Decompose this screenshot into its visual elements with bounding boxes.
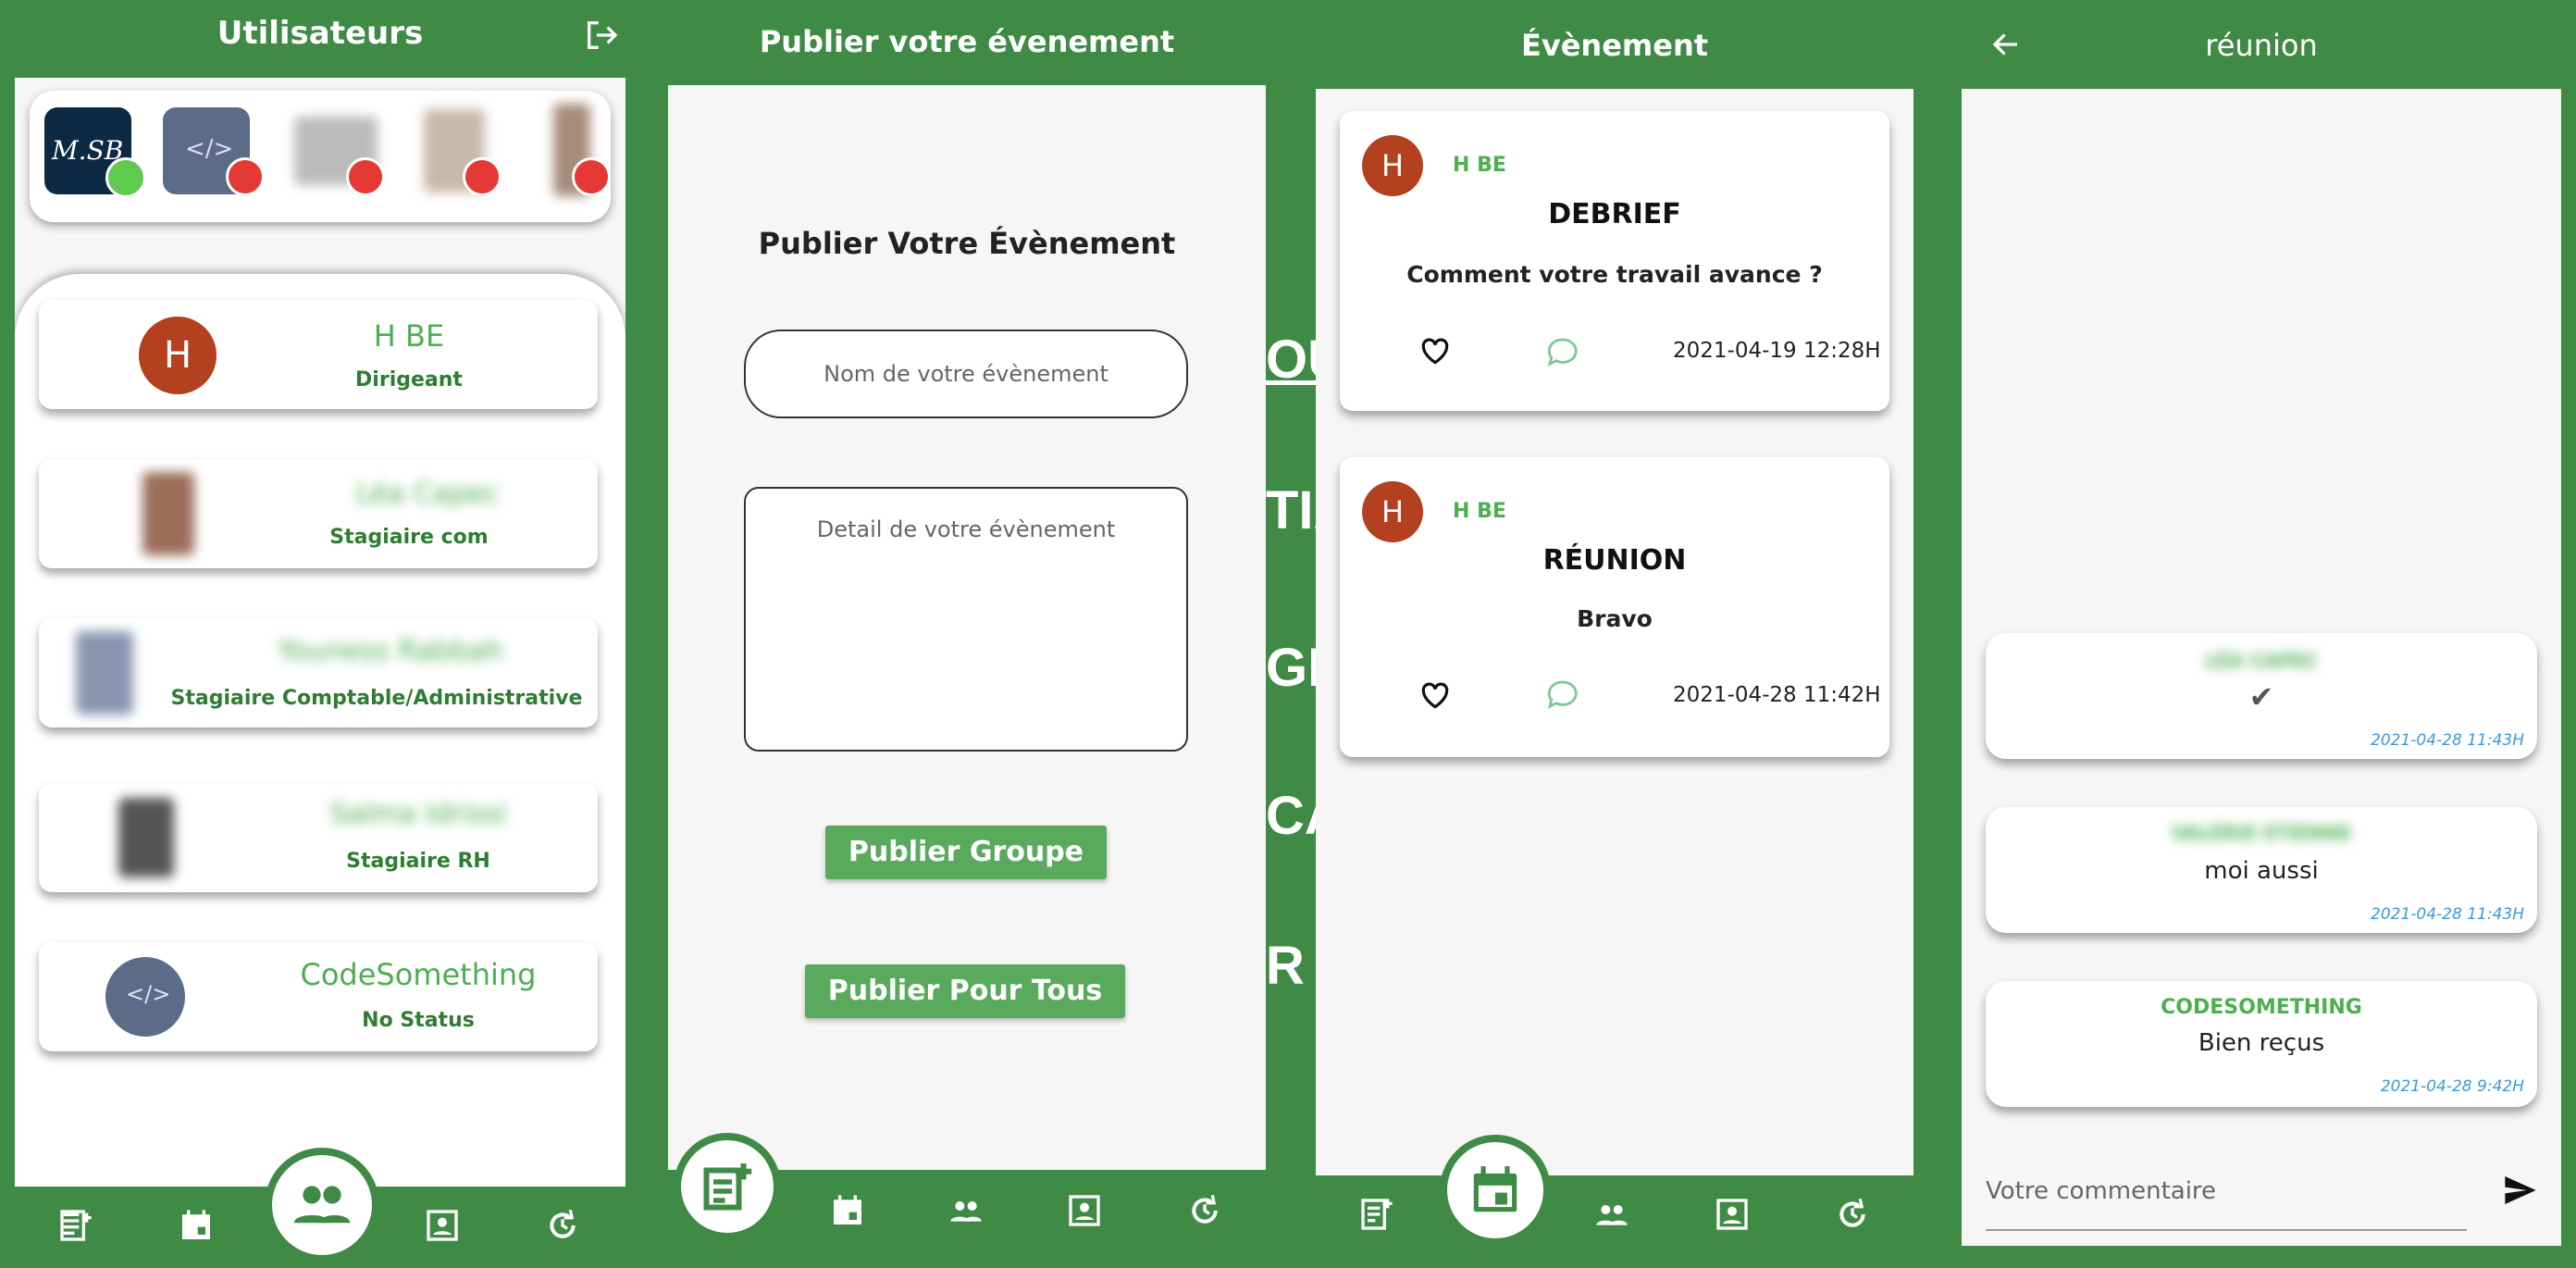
user-card[interactable]: H H BE Dirigeant: [39, 300, 598, 409]
offline-status-dot: [226, 157, 265, 196]
page-title: réunion: [2205, 28, 2318, 63]
comment-card: VALÉRIE ETIENNE moi aussi 2021-04-28 11:…: [1986, 807, 2537, 933]
event-detail-textarea[interactable]: Detail de votre évènement: [744, 487, 1188, 752]
user-name: Léa Capec: [355, 478, 500, 510]
user-role: No Status: [362, 1009, 475, 1032]
user-role: Stagiaire RH: [346, 850, 490, 873]
history-icon[interactable]: [544, 1207, 581, 1244]
comment-time: 2021-04-28 9:42H: [2380, 1077, 2524, 1096]
group-icon: [293, 1186, 351, 1224]
comment-text: ✔: [2248, 679, 2274, 715]
comment-card: LÉA CAPEC ✔ 2021-04-28 11:43H: [1986, 633, 2537, 759]
user-name: H BE: [373, 318, 445, 354]
post-add-icon[interactable]: [1358, 1196, 1395, 1233]
users-app-bar: Utilisateurs: [15, 0, 625, 78]
online-users-strip: M.SB </>: [30, 91, 611, 222]
event-card[interactable]: H H BE RÉUNION Bravo 2021-04-28 11:42H: [1340, 457, 1889, 757]
page-title: Évènement: [1520, 28, 1709, 63]
user-name: Salma Idrissi: [329, 798, 507, 830]
avatar: H: [1362, 135, 1423, 196]
like-heart-icon[interactable]: [1418, 333, 1453, 368]
code-icon: </>: [126, 981, 171, 1007]
event-body: Bravo: [1577, 605, 1653, 632]
online-status-dot: [105, 157, 146, 198]
form-heading: Publier Votre Évènement: [758, 226, 1176, 261]
calendar-icon: [1473, 1166, 1517, 1212]
publish-group-button[interactable]: Publier Groupe: [825, 826, 1107, 879]
group-icon[interactable]: [947, 1192, 985, 1229]
comment-bubble-icon[interactable]: [1543, 676, 1582, 715]
contact-icon[interactable]: [1066, 1192, 1103, 1229]
events-app-bar: Évènement: [1316, 4, 1913, 89]
post-add-icon[interactable]: [57, 1207, 94, 1244]
comment-author: LÉA CAPEC: [2204, 650, 2318, 672]
user-card[interactable]: Léa Capec Stagiaire com: [39, 459, 598, 568]
post-add-icon: [703, 1163, 752, 1211]
comment-author: CODESOMETHING: [2161, 996, 2362, 1019]
like-heart-icon[interactable]: [1418, 678, 1453, 713]
user-name: Youness Rabbah: [277, 635, 504, 667]
event-card[interactable]: H H BE DEBRIEF Comment votre travail ava…: [1340, 111, 1889, 411]
users-list: [15, 274, 625, 1200]
publish-app-bar: Publier votre évenement: [668, 0, 1266, 85]
events-fab[interactable]: [1440, 1135, 1551, 1246]
code-icon: </>: [185, 135, 234, 163]
avatar: [76, 631, 133, 715]
offline-status-dot: [346, 157, 385, 196]
comment-input[interactable]: Votre commentaire: [1986, 1161, 2467, 1231]
users-fab[interactable]: [265, 1148, 379, 1261]
comment-author: VALÉRIE ETIENNE: [2171, 822, 2352, 844]
calendar-icon[interactable]: [829, 1192, 866, 1229]
comment-bubble-icon[interactable]: [1543, 333, 1582, 372]
page-title: Utilisateurs: [217, 15, 424, 52]
event-title: RÉUNION: [1542, 544, 1687, 577]
event-author: H BE: [1453, 500, 1506, 523]
avatar: </>: [105, 957, 185, 1037]
avatar: H: [139, 317, 217, 394]
calendar-icon[interactable]: [178, 1207, 215, 1244]
history-icon[interactable]: [1186, 1192, 1223, 1229]
comment-time: 2021-04-28 11:43H: [2371, 905, 2524, 924]
comments-screen: réunion LÉA CAPEC ✔ 2021-04-28 11:43H VA…: [1962, 0, 2561, 1246]
avatar: H: [1362, 481, 1423, 542]
publish-screen: Publier votre évenement Publier Votre Év…: [668, 0, 1266, 1249]
contact-icon[interactable]: [424, 1207, 461, 1244]
user-card[interactable]: Salma Idrissi Stagiaire RH: [39, 783, 598, 892]
users-screen: Utilisateurs M.SB </> H H BE Dirigeant L…: [15, 0, 625, 1261]
event-date: 2021-04-28 11:42H: [1673, 683, 1881, 707]
comment-card: CODESOMETHING Bien reçus 2021-04-28 9:42…: [1986, 981, 2537, 1107]
events-screen: Évènement H H BE DEBRIEF Comment votre t…: [1316, 4, 1913, 1249]
user-card[interactable]: Youness Rabbah Stagiaire Comptable/Admin…: [39, 618, 598, 727]
comments-app-bar: réunion: [1962, 0, 2561, 89]
event-author: H BE: [1453, 154, 1506, 177]
publish-all-button[interactable]: Publier Pour Tous: [805, 964, 1125, 1018]
comment-text: moi aussi: [2204, 857, 2319, 885]
user-card[interactable]: </> CodeSomething No Status: [39, 942, 598, 1051]
offline-status-dot: [572, 157, 611, 196]
comment-time: 2021-04-28 11:43H: [2371, 731, 2524, 750]
user-role: Stagiaire com: [329, 526, 489, 549]
user-role: Dirigeant: [355, 368, 463, 392]
avatar: [118, 798, 174, 877]
page-title: Publier votre évenement: [759, 24, 1175, 59]
logout-icon[interactable]: [583, 17, 620, 54]
user-role: Stagiaire Comptable/Administrative: [170, 687, 583, 710]
group-icon[interactable]: [1593, 1196, 1630, 1233]
publish-fab[interactable]: [674, 1133, 781, 1240]
offline-status-dot: [463, 157, 502, 196]
bottom-nav: [1316, 1175, 1913, 1249]
history-icon[interactable]: [1834, 1196, 1871, 1233]
send-icon[interactable]: [2502, 1172, 2539, 1209]
event-title: DEBRIEF: [1548, 198, 1681, 230]
event-name-input[interactable]: Nom de votre évènement: [744, 329, 1188, 418]
event-date: 2021-04-19 12:28H: [1673, 339, 1881, 363]
avatar: [142, 472, 194, 555]
contact-icon[interactable]: [1714, 1196, 1751, 1233]
event-body: Comment votre travail avance ?: [1406, 261, 1823, 288]
user-name: CodeSomething: [300, 957, 537, 992]
comment-text: Bien reçus: [2198, 1029, 2325, 1057]
